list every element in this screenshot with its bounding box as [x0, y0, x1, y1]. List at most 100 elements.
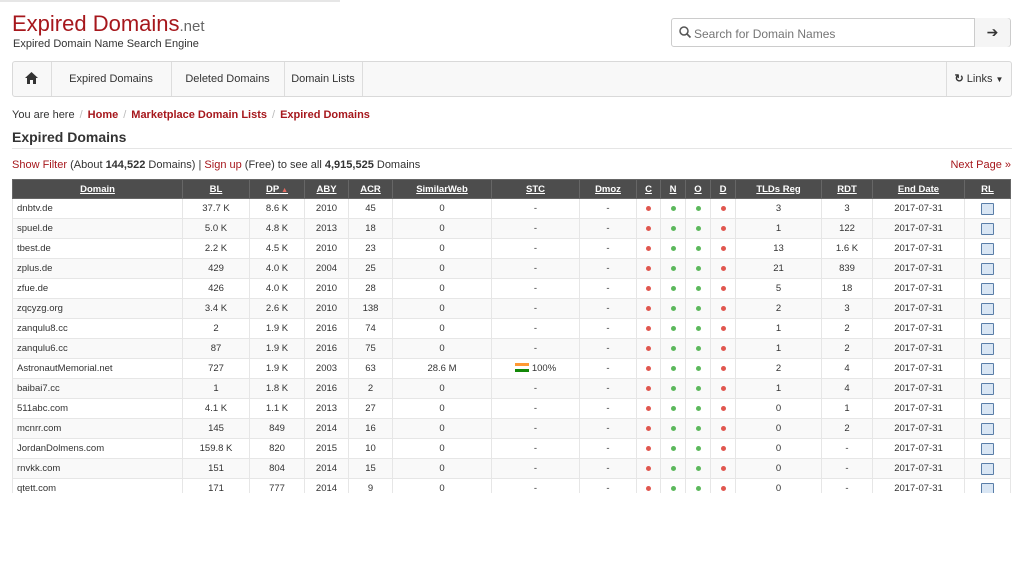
registrar-link-icon[interactable] [981, 402, 994, 415]
cell-aby: 2016 [304, 318, 349, 339]
domain-link[interactable]: mcnrr.com [12, 418, 183, 439]
domain-link[interactable]: zanqulu6.cc [12, 338, 183, 359]
column-header-c[interactable]: C [636, 179, 661, 199]
caret-down-icon: ▼ [995, 75, 1004, 84]
column-header-o[interactable]: O [685, 179, 711, 199]
registrar-link-icon[interactable] [981, 322, 994, 335]
registrar-link-icon[interactable] [981, 282, 994, 295]
cell-dp: 4.8 K [249, 218, 305, 239]
status-green-dot-icon [695, 326, 701, 331]
domain-link[interactable]: JordanDolmens.com [12, 438, 183, 459]
domain-link[interactable]: spuel.de [12, 218, 183, 239]
registrar-link-icon[interactable] [981, 262, 994, 275]
column-header-bl[interactable]: BL [182, 179, 250, 199]
column-header-aby[interactable]: ABY [304, 179, 349, 199]
search-submit-button[interactable]: ➔ [974, 18, 1010, 47]
cell-c [636, 378, 661, 399]
status-red-dot-icon [720, 306, 726, 311]
cell-rl [964, 338, 1011, 359]
registrar-link-icon[interactable] [981, 462, 994, 475]
cell-end: 2017-07-31 [872, 438, 965, 459]
column-header-dp[interactable]: DP ▲ [249, 179, 305, 199]
cell-stc: - [491, 198, 580, 219]
column-header-dmoz[interactable]: Dmoz [579, 179, 637, 199]
column-header-n[interactable]: N [660, 179, 686, 199]
cell-acr: 75 [348, 338, 393, 359]
cell-end: 2017-07-31 [872, 478, 965, 493]
registrar-link-icon[interactable] [981, 202, 994, 215]
registrar-link-icon[interactable] [981, 242, 994, 255]
nav-home-button[interactable] [13, 62, 52, 96]
cell-c [636, 238, 661, 259]
cell-dp: 777 [249, 478, 305, 493]
domains-table-container: Domain BL DP ▲ ABY ACR SimilarWeb STC Dmoz C N O D T… [12, 179, 1012, 493]
column-header-rdt[interactable]: RDT [821, 179, 873, 199]
search-icon [679, 26, 692, 39]
cell-c [636, 258, 661, 279]
breadcrumb-marketplace[interactable]: Marketplace Domain Lists [131, 109, 267, 121]
registrar-link-icon[interactable] [981, 362, 994, 375]
cell-sw: 0 [392, 478, 492, 493]
nav-links-dropdown[interactable]: ↻ Links ▼ [946, 62, 1011, 96]
registrar-link-icon[interactable] [981, 302, 994, 315]
domain-link[interactable]: rnvkk.com [12, 458, 183, 479]
column-header-d[interactable]: D [710, 179, 736, 199]
domain-link[interactable]: dnbtv.de [12, 198, 183, 219]
domain-link[interactable]: qtett.com [12, 478, 183, 493]
domain-link[interactable]: 511abc.com [12, 398, 183, 419]
domain-link[interactable]: zfue.de [12, 278, 183, 299]
cell-bl: 145 [182, 418, 250, 439]
cell-o [685, 418, 711, 439]
domain-link[interactable]: zplus.de [12, 258, 183, 279]
cell-stc: - [491, 338, 580, 359]
cell-rl [964, 418, 1011, 439]
cell-n [660, 398, 686, 419]
column-header-acr[interactable]: ACR [348, 179, 393, 199]
show-filter-link[interactable]: Show Filter [12, 159, 67, 171]
registrar-link-icon[interactable] [981, 222, 994, 235]
domain-link[interactable]: zqcyzg.org [12, 298, 183, 319]
cell-acr: 138 [348, 298, 393, 319]
registrar-link-icon[interactable] [981, 342, 994, 355]
status-green-dot-icon [695, 226, 701, 231]
nav-item-deleted-domains[interactable]: Deleted Domains [171, 62, 285, 96]
site-logo[interactable]: Expired Domains.net [12, 12, 205, 39]
domain-link[interactable]: tbest.de [12, 238, 183, 259]
nav-item-domain-lists[interactable]: Domain Lists [284, 62, 363, 96]
cell-dmoz: - [579, 278, 637, 299]
column-header-tlds-reg[interactable]: TLDs Reg [735, 179, 822, 199]
cell-d [710, 278, 736, 299]
cell-aby: 2014 [304, 458, 349, 479]
domain-link[interactable]: AstronautMemorial.net [12, 358, 183, 379]
status-red-dot-icon [720, 286, 726, 291]
registrar-link-icon[interactable] [981, 382, 994, 395]
registrar-link-icon[interactable] [981, 482, 994, 493]
domain-link[interactable]: zanqulu8.cc [12, 318, 183, 339]
cell-dmoz: - [579, 418, 637, 439]
filter-line: Show Filter (About 144,522 Domains) | Si… [12, 159, 421, 171]
cell-aby: 2003 [304, 358, 349, 379]
status-green-dot-icon [670, 486, 676, 491]
breadcrumb-expired[interactable]: Expired Domains [280, 109, 370, 121]
cell-stc: - [491, 238, 580, 259]
breadcrumb-home[interactable]: Home [88, 109, 119, 121]
column-header-domain[interactable]: Domain [12, 179, 183, 199]
search-input[interactable] [692, 22, 976, 45]
next-page-link[interactable]: Next Page » [950, 159, 1011, 171]
cell-tlds: 0 [735, 458, 822, 479]
registrar-link-icon[interactable] [981, 442, 994, 455]
cell-end: 2017-07-31 [872, 198, 965, 219]
signup-link[interactable]: Sign up [204, 159, 241, 171]
column-header-stc[interactable]: STC [491, 179, 580, 199]
cell-dp: 1.9 K [249, 318, 305, 339]
nav-item-expired-domains[interactable]: Expired Domains [51, 62, 172, 96]
registrar-link-icon[interactable] [981, 422, 994, 435]
cell-n [660, 238, 686, 259]
status-green-dot-icon [695, 406, 701, 411]
column-header-rl[interactable]: RL [964, 179, 1011, 199]
cell-dmoz: - [579, 198, 637, 219]
column-header-end-date[interactable]: End Date [872, 179, 965, 199]
domain-link[interactable]: baibai7.cc [12, 378, 183, 399]
column-header-similarweb[interactable]: SimilarWeb [392, 179, 492, 199]
cell-dmoz: - [579, 398, 637, 419]
